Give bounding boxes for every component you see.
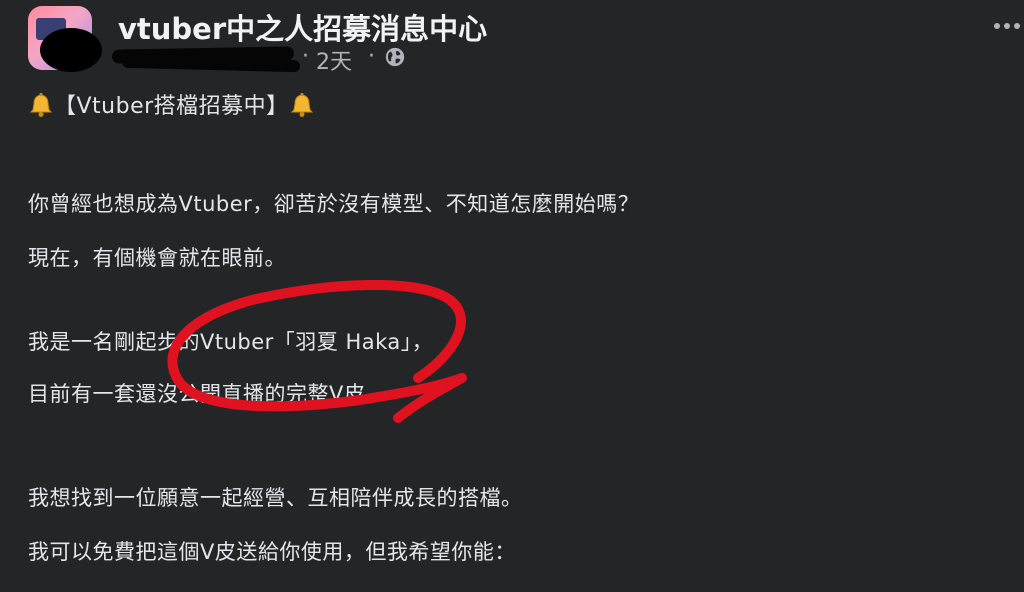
meta-separator: · bbox=[302, 44, 309, 69]
post-body-line: 現在，有個機會就在眼前。 bbox=[28, 246, 286, 270]
post-body-line: 我想找到一位願意一起經營、互相陪伴成長的搭檔。 bbox=[28, 486, 523, 510]
post-meta: · 2天 · bbox=[111, 42, 432, 75]
bell-icon bbox=[29, 93, 53, 117]
post-body-line: 我可以免費把這個V皮送給你使用，但我希望你能： bbox=[28, 540, 516, 564]
meta-separator: · bbox=[368, 44, 375, 69]
post-timestamp[interactable]: 2天 bbox=[316, 44, 352, 76]
post-headline: 【Vtuber搭檔招募中】 bbox=[28, 88, 315, 120]
facebook-post: vtuber中之人招募消息中心 · 2天 · 【Vtuber搭檔招募中】 你曾經… bbox=[0, 0, 1024, 592]
post-body-line: 你曾經也想成為Vtuber，卻苦於沒有模型、不知道怎麼開始嗎？ bbox=[28, 192, 640, 216]
headline-text: 【Vtuber搭檔招募中】 bbox=[54, 94, 289, 119]
bell-icon bbox=[290, 93, 313, 117]
post-body-line: 目前有一套還沒公開直播的完整V皮， bbox=[28, 382, 387, 406]
globe-icon bbox=[385, 47, 405, 67]
post-body-line: 我是一名剛起步的Vtuber「羽夏 Haka」， bbox=[28, 330, 434, 354]
more-options-icon[interactable] bbox=[990, 16, 1024, 36]
redacted-profile-photo bbox=[40, 28, 102, 72]
